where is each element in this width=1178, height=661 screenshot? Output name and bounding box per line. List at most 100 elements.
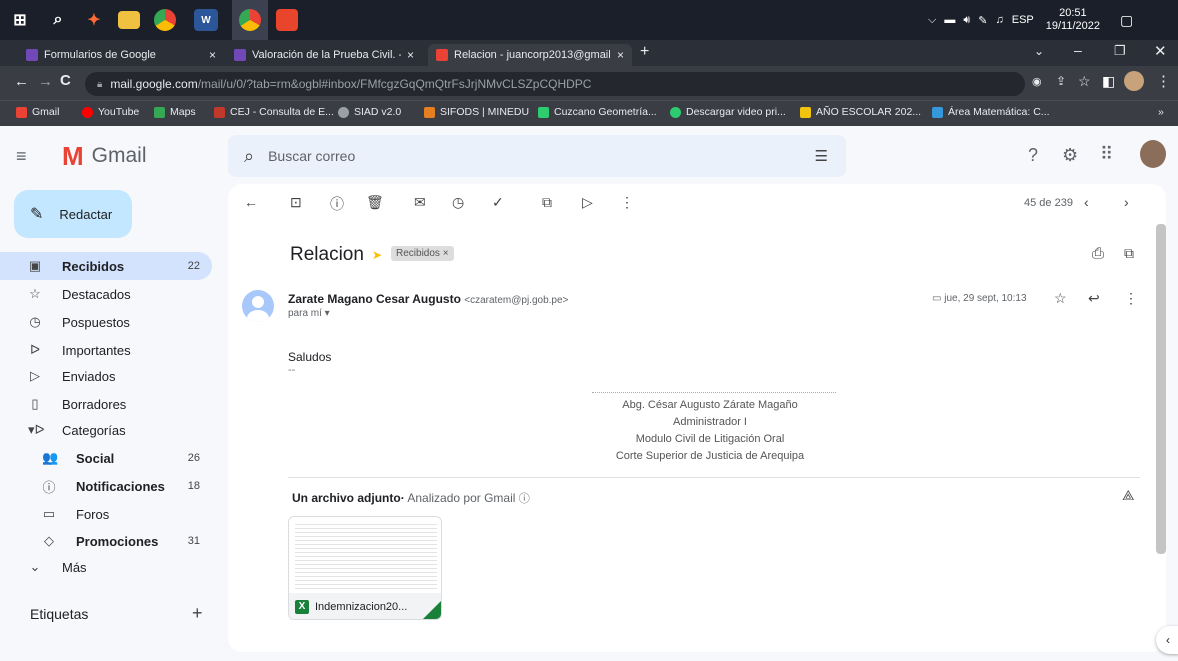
bookmark-sifods[interactable]: SIFODS | MINEDU (424, 106, 529, 118)
important-marker-icon[interactable]: ➤ (372, 248, 382, 262)
account-avatar[interactable] (1140, 140, 1166, 168)
word-icon[interactable]: W (194, 9, 218, 31)
sender-name[interactable]: Zarate Magano Cesar Augusto (288, 292, 461, 306)
bookmark-ano-escolar[interactable]: AÑO ESCOLAR 202... (800, 106, 921, 118)
add-label-button[interactable]: + (192, 603, 203, 624)
network-icon[interactable]: ▬ (944, 14, 955, 26)
mark-unread-icon[interactable]: ✉ (414, 194, 426, 211)
star-icon[interactable]: ☆ (1054, 290, 1067, 307)
new-tab-button[interactable]: + (640, 43, 649, 61)
settings-gear-icon[interactable]: ⚙ (1062, 145, 1078, 166)
eye-icon[interactable]: ◉ (1032, 75, 1042, 88)
keyboard-icon[interactable]: ♫ (996, 14, 1004, 26)
recipient-details[interactable]: para mí ▾ (288, 308, 330, 319)
scrollbar[interactable] (1156, 224, 1166, 554)
minimize-button[interactable]: – (1074, 42, 1082, 58)
compose-button[interactable]: ✎ Redactar (14, 190, 132, 238)
notification-icon[interactable]: ▢ (1120, 12, 1133, 29)
email-date: ▭ jue, 29 sept, 10:13 (932, 293, 1027, 304)
label-chip[interactable]: Recibidos × (391, 246, 454, 261)
sidebar-item-recibidos[interactable]: ▣ Recibidos 22 (0, 252, 212, 280)
sidebar-item-importantes[interactable]: ᐅ Importantes (0, 336, 212, 364)
print-icon[interactable]: ⎙ (1092, 245, 1104, 262)
share-icon[interactable]: ⇪ (1056, 74, 1066, 88)
newer-icon[interactable]: ‹ (1084, 194, 1089, 210)
snooze-icon[interactable]: ◷ (452, 194, 464, 211)
close-window-button[interactable]: ✕ (1154, 42, 1167, 60)
search-bar[interactable]: ⌕ Buscar correo ☰ (228, 135, 846, 177)
sidebar-item-enviados[interactable]: ▷ Enviados (0, 362, 212, 390)
language-indicator[interactable]: ESP (1012, 14, 1034, 26)
sidebar-item-promociones[interactable]: ◇ Promociones 31 (0, 527, 212, 555)
profile-avatar[interactable] (1124, 71, 1144, 91)
bookmark-maps[interactable]: Maps (154, 106, 196, 118)
file-explorer-icon[interactable] (118, 11, 140, 29)
app-icon[interactable]: ✦ (80, 6, 108, 34)
tab-valoracion[interactable]: Valoración de la Prueba Civil. - Fo × (226, 44, 422, 66)
volume-icon[interactable]: 🔊︎ (963, 14, 970, 27)
windows-start-icon[interactable]: ⊞ (6, 6, 34, 34)
reply-icon[interactable]: ↩ (1088, 290, 1100, 307)
close-icon[interactable]: × (209, 48, 216, 62)
chrome-icon[interactable] (154, 9, 176, 31)
sidepanel-icon[interactable]: ◧ (1102, 73, 1115, 90)
bookmark-area-matematica[interactable]: Área Matemática: C... (932, 106, 1050, 118)
older-icon[interactable]: › (1124, 194, 1129, 210)
bookmark-star-icon[interactable]: ☆ (1078, 73, 1091, 90)
tab-formularios[interactable]: Formularios de Google × (18, 44, 224, 66)
bookmark-cej[interactable]: CEJ - Consulta de E... (214, 106, 334, 118)
bookmark-youtube[interactable]: YouTube (82, 106, 139, 118)
search-input[interactable]: Buscar correo (268, 148, 355, 164)
info-icon[interactable]: ⓘ (519, 493, 530, 505)
app-red-icon[interactable] (276, 9, 298, 31)
delete-icon[interactable]: 🗑︎ (366, 194, 384, 211)
apps-grid-icon[interactable]: ⠿ (1100, 144, 1113, 165)
sidebar-item-borradores[interactable]: ▯ Borradores (0, 390, 212, 418)
search-options-icon[interactable]: ☰ (815, 147, 828, 165)
more-options-icon[interactable]: ⋮ (620, 194, 634, 211)
sidebar-item-social[interactable]: 👥 Social 26 (0, 444, 212, 472)
url-field[interactable]: 🔒︎ mail.google.com /mail/u/0/?tab=rm&ogb… (85, 72, 1025, 96)
chevron-up-icon[interactable]: ⌵ (928, 14, 936, 27)
sidebar-item-categorias[interactable]: ▾ᐅ Categorías (0, 416, 212, 444)
back-button[interactable]: ← (14, 73, 29, 90)
side-panel-toggle[interactable]: ‹ (1156, 626, 1178, 654)
report-spam-icon[interactable]: ⓘ (330, 194, 344, 214)
sidebar-item-mas[interactable]: ⌄ Más (0, 553, 212, 581)
sender-avatar[interactable] (242, 290, 274, 322)
more-bookmarks-icon[interactable]: » (1158, 106, 1164, 118)
sidebar-item-foros[interactable]: ▭ Foros (0, 500, 212, 528)
search-icon[interactable]: ⌕ (44, 6, 72, 34)
bookmark-gmail[interactable]: Gmail (16, 106, 59, 118)
sidebar-item-notificaciones[interactable]: ⓘ Notificaciones 18 (0, 472, 212, 500)
chrome-menu-icon[interactable]: ⋮ (1156, 72, 1171, 90)
message-more-icon[interactable]: ⋮ (1124, 290, 1138, 307)
bookmark-siad[interactable]: SIAD v2.0 (338, 106, 401, 118)
clock[interactable]: 20:51 19/11/2022 (1046, 7, 1100, 33)
bookmark-cuzcano[interactable]: Cuzcano Geometría... (538, 106, 657, 118)
tab-relacion[interactable]: Relacion - juancorp2013@gmail. × (428, 44, 632, 66)
bookmark-descargar[interactable]: Descargar video pri... (670, 106, 786, 118)
help-icon[interactable]: ? (1028, 145, 1038, 166)
reload-button[interactable]: C (60, 72, 71, 89)
chrome-active-icon[interactable] (232, 0, 268, 40)
restore-button[interactable]: ❐ (1114, 43, 1126, 59)
attachment-card[interactable]: X Indemnizacion20... (288, 516, 442, 620)
archive-icon[interactable]: ⊡ (290, 194, 302, 211)
main-menu-icon[interactable]: ≡ (16, 146, 27, 167)
search-icon[interactable]: ⌕ (244, 146, 254, 167)
move-to-icon[interactable]: ⧉ (542, 194, 552, 211)
gmail-logo[interactable]: M Gmail (62, 143, 147, 169)
forward-button[interactable]: → (38, 73, 53, 90)
add-to-drive-icon[interactable]: ⟁ (1122, 487, 1135, 504)
add-task-icon[interactable]: ✓ (492, 194, 504, 211)
sidebar-item-destacados[interactable]: ☆ Destacados (0, 280, 212, 308)
tab-search-icon[interactable]: ⌄ (1034, 44, 1044, 58)
sidebar-item-pospuestos[interactable]: ◷ Pospuestos (0, 308, 212, 336)
pen-icon[interactable]: ✎ (978, 14, 987, 27)
open-new-window-icon[interactable]: ⧉ (1124, 245, 1134, 262)
labels-icon[interactable]: ▷ (582, 194, 593, 211)
close-icon[interactable]: × (617, 48, 624, 62)
back-to-inbox-icon[interactable]: ← (244, 194, 258, 210)
close-icon[interactable]: × (407, 48, 414, 62)
